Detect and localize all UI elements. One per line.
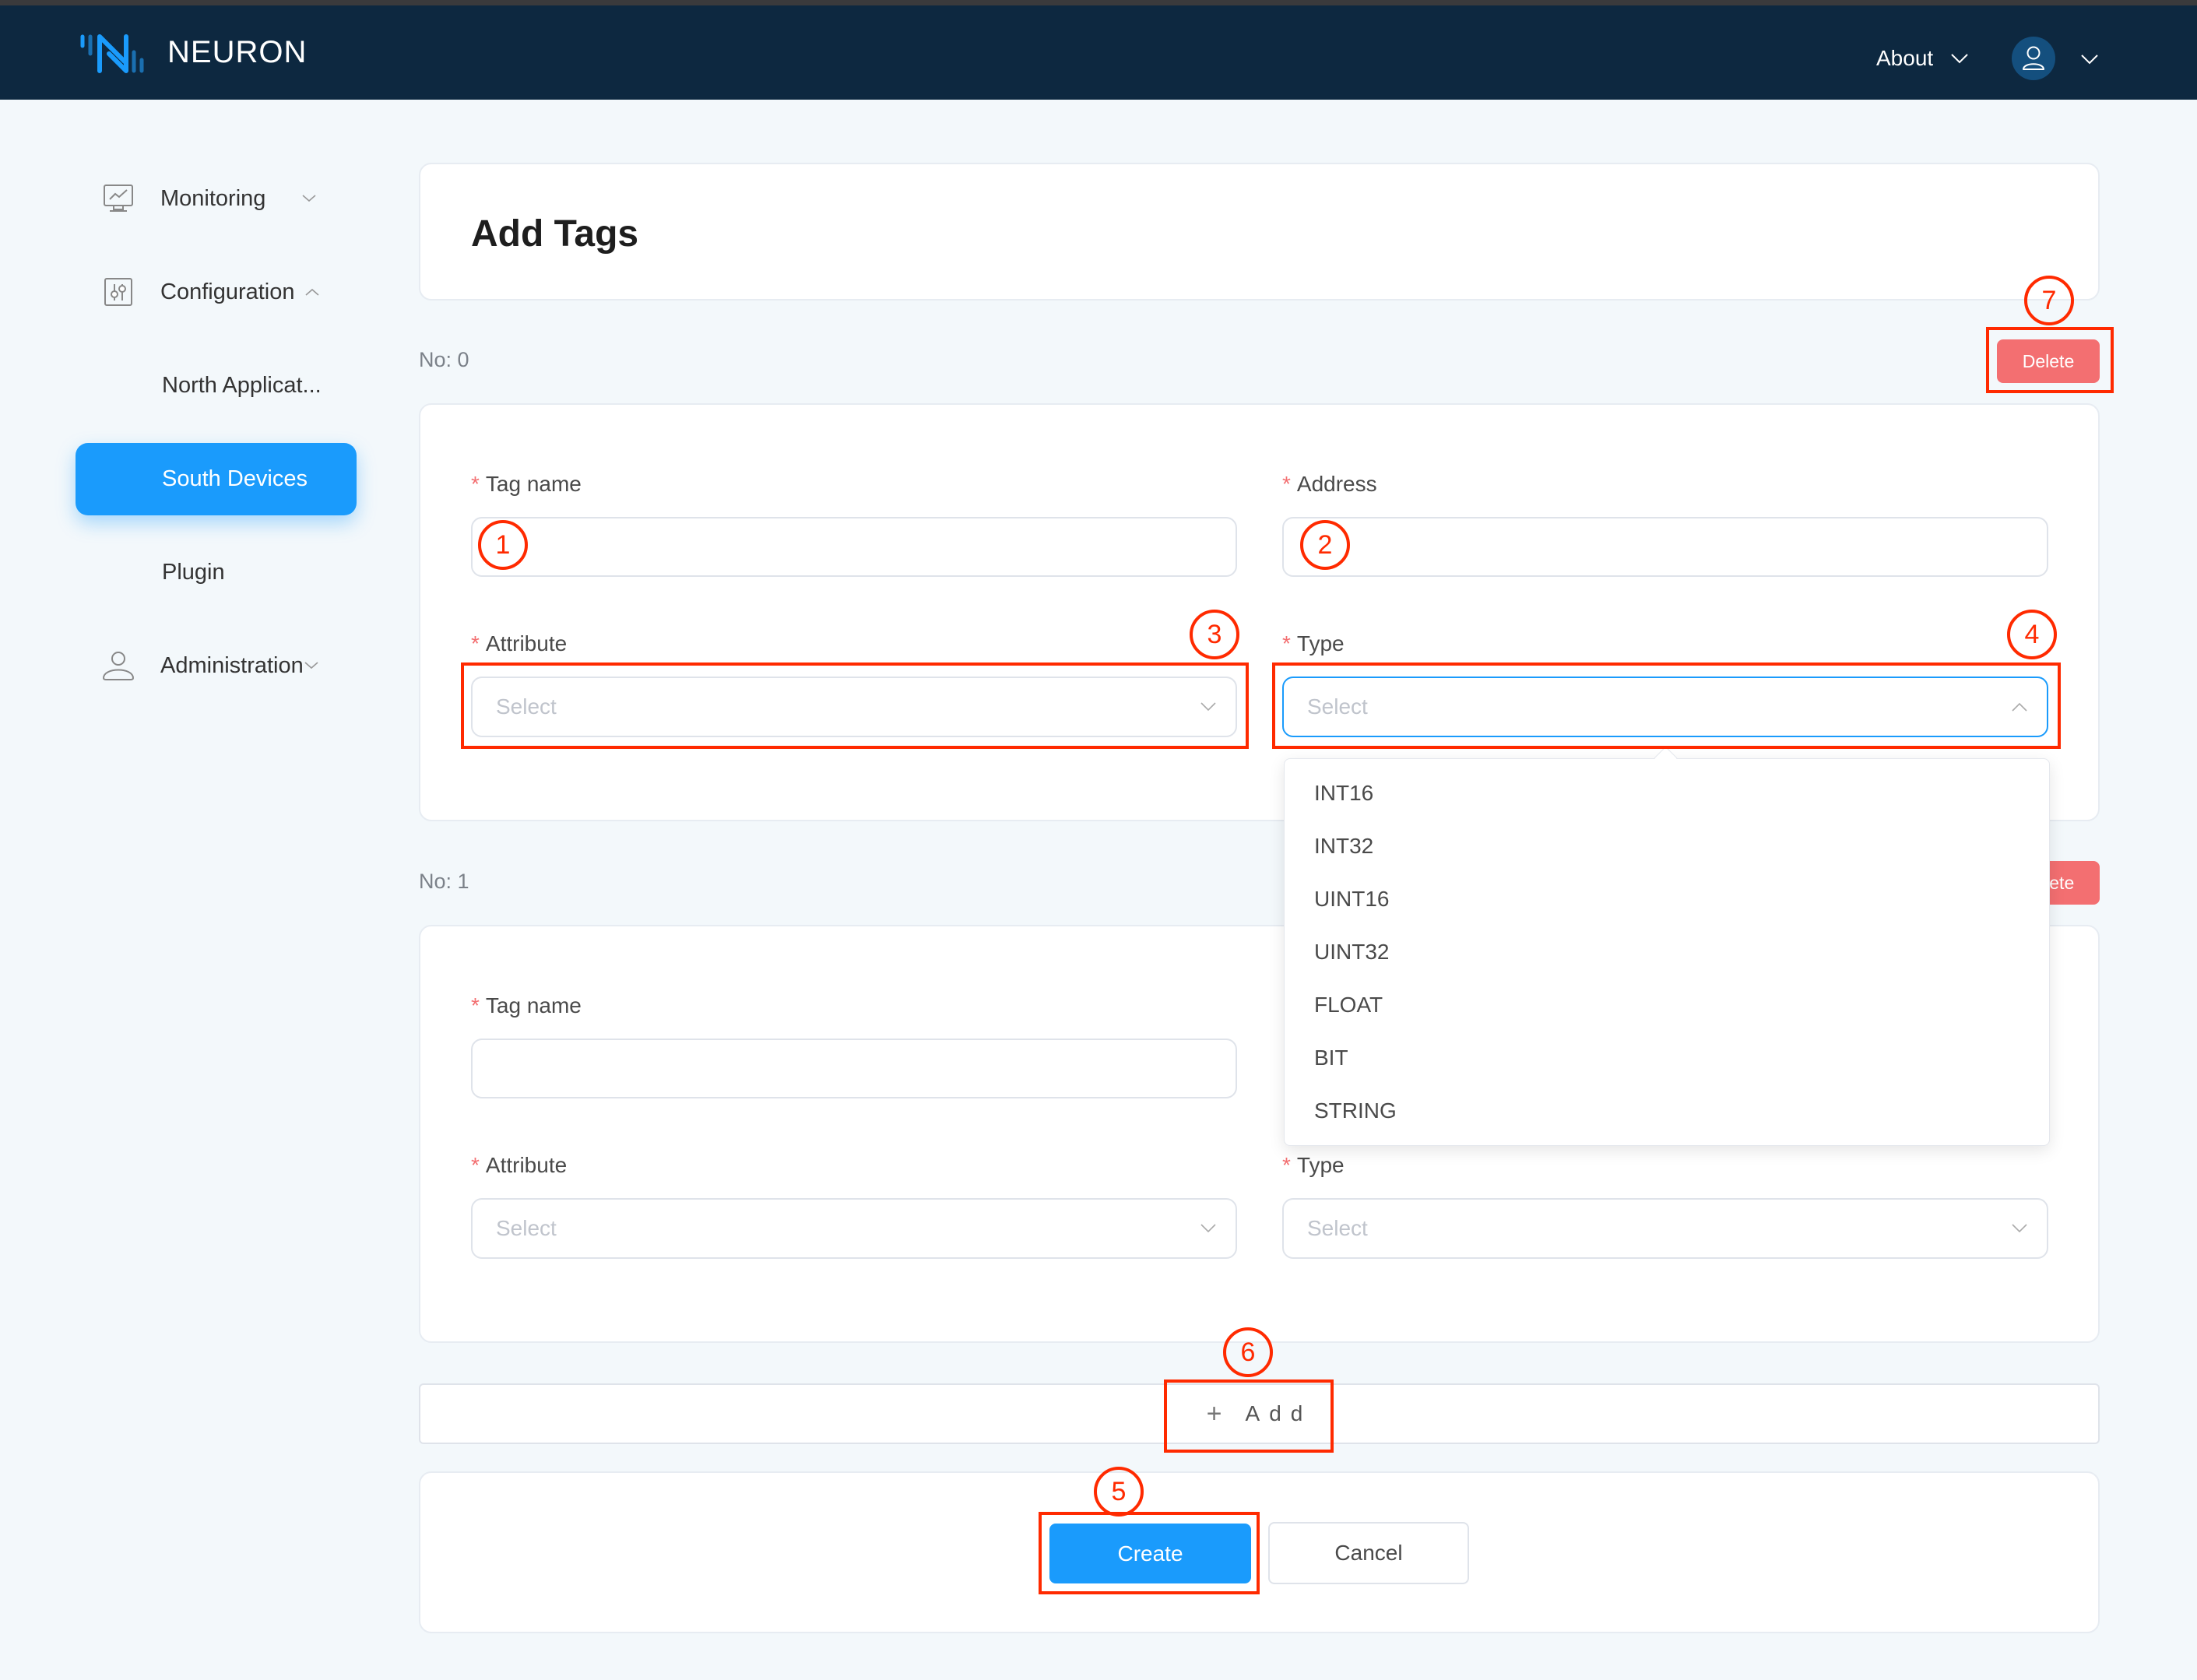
add-tag-button[interactable]: + Add [419,1383,2100,1444]
address-input[interactable] [1282,517,2048,577]
chevron-down-icon [1200,702,1216,712]
type-label: * Type [1282,1153,1345,1177]
sidebar-item-south-devices[interactable]: South Devices [76,443,357,515]
create-button[interactable]: Create [1049,1524,1251,1583]
type-select-placeholder: Select [1307,1216,1368,1240]
annotation-marker-3: 3 [1190,610,1239,659]
sidebar-label-administration: Administration [160,652,304,678]
type-select[interactable]: Select [1282,1198,2048,1259]
form-actions-card [419,1471,2100,1633]
about-menu[interactable]: About [1876,46,1969,71]
chevron-down-icon [1951,54,1968,64]
chevron-down-icon [1200,1224,1216,1233]
chevron-up-icon [2012,702,2027,712]
type-option-uint16[interactable]: UINT16 [1314,887,1389,912]
monitor-chart-icon [101,181,135,216]
sliders-icon [101,275,135,309]
user-menu-chevron-icon[interactable] [2080,54,2099,65]
tag-name-label: * Tag name [471,993,582,1017]
tag-number-label: No: 1 [419,870,469,893]
annotation-marker-5: 5 [1094,1467,1144,1517]
sidebar-label-monitoring: Monitoring [160,185,266,211]
plus-icon: + [1206,1398,1222,1429]
sidebar-item-north-applications[interactable]: North Applicat... [162,373,322,399]
type-option-float[interactable]: FLOAT [1314,993,1383,1017]
annotation-marker-1: 1 [478,520,528,570]
chevron-down-icon [302,195,316,202]
sidebar-item-administration[interactable]: Administration [101,648,319,683]
attribute-select-placeholder: Select [496,1216,557,1240]
type-option-int16[interactable]: INT16 [1314,781,1373,806]
chevron-down-icon [304,662,318,670]
sidebar-label-south-devices: South Devices [162,466,308,491]
sidebar-label-configuration: Configuration [160,279,295,304]
page-title: Add Tags [471,213,639,255]
user-icon [2023,46,2044,70]
type-dropdown-menu: INT16 INT32 UINT16 UINT32 FLOAT BIT STRI… [1284,758,2050,1146]
cancel-button[interactable]: Cancel [1268,1522,1469,1584]
attribute-label: * Attribute [471,1153,568,1177]
type-option-bit[interactable]: BIT [1314,1046,1348,1070]
type-option-uint32[interactable]: UINT32 [1314,940,1389,965]
attribute-select[interactable]: Select [471,1198,1237,1259]
brand-name: NEURON [167,35,308,69]
top-header: NEURON About [0,5,2197,100]
attribute-select[interactable]: Select [471,677,1237,737]
about-label: About [1876,46,1934,70]
attribute-label: * Attribute [471,631,568,655]
page-title-card: Add Tags [419,163,2100,301]
type-option-int32[interactable]: INT32 [1314,834,1373,859]
type-select-placeholder: Select [1307,694,1368,719]
neuron-logo-icon [80,34,144,73]
type-option-string[interactable]: STRING [1314,1098,1397,1123]
address-label: * Address [1282,472,1377,496]
chevron-down-icon [2012,1224,2027,1233]
user-avatar[interactable] [2012,37,2055,80]
tag-number-label: No: 0 [419,348,469,371]
user-icon [101,648,135,683]
attribute-select-placeholder: Select [496,694,557,719]
type-label: * Type [1282,631,1345,655]
sidebar-item-monitoring[interactable]: Monitoring [101,181,317,216]
annotation-marker-4: 4 [2007,610,2057,659]
add-label: Add [1245,1401,1313,1425]
sidebar-item-configuration[interactable]: Configuration [101,275,320,309]
tag-name-input[interactable] [471,1039,1237,1098]
annotation-marker-6: 6 [1223,1327,1273,1377]
annotation-marker-2: 2 [1300,520,1350,570]
delete-tag-button[interactable]: Delete [1997,339,2100,383]
tag-name-label: * Tag name [471,472,582,496]
window-top-strip [0,0,2197,5]
type-select[interactable]: Select [1282,677,2048,737]
annotation-marker-7: 7 [2024,276,2074,325]
chevron-up-icon [304,288,319,296]
sidebar-item-plugin[interactable]: Plugin [162,560,225,585]
tag-name-input[interactable] [471,517,1237,577]
